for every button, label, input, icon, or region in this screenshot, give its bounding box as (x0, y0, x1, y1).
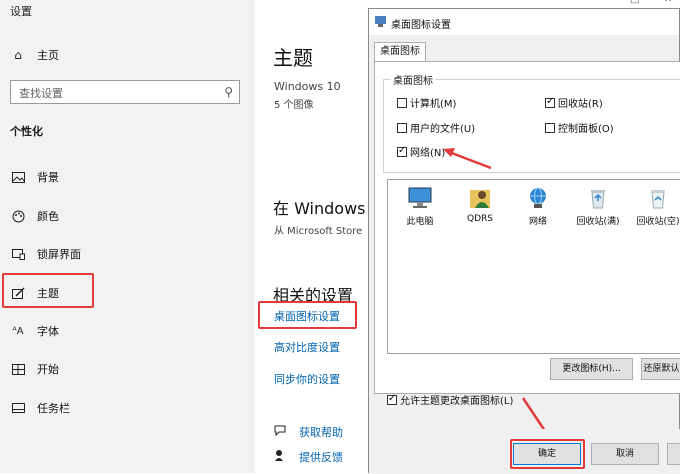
checkbox-recycle-label: 回收站(R) (558, 99, 603, 110)
get-help-link[interactable]: 获取帮助 (299, 424, 343, 440)
palette-icon (11, 209, 25, 223)
nav-background-label: 背景 (37, 171, 59, 184)
lockscreen-icon (11, 247, 25, 261)
icon-user-folder-label: QDRS (467, 214, 493, 224)
nav-home[interactable]: ⌂ 主页 (0, 44, 255, 66)
icon-recycle-full-label: 回收站(满) (576, 217, 620, 227)
checkbox-recycle-bin[interactable]: 回收站(R) (545, 95, 603, 110)
nav-start-label: 开始 (37, 363, 59, 376)
close-icon[interactable]: ✕ (664, 0, 672, 5)
group-label: 桌面图标 (391, 72, 435, 87)
theme-name: Windows 10 (274, 80, 341, 93)
dialog-titlebar[interactable]: 桌面图标设置 (369, 9, 679, 35)
restore-default-button[interactable]: 还原默认 (641, 358, 680, 380)
picture-icon (11, 170, 25, 184)
nav-themes-label: 主题 (37, 287, 59, 300)
tab-desktop-icons[interactable]: 桌面图标 (374, 42, 426, 62)
nav-taskbar[interactable]: 任务栏 (0, 397, 255, 419)
settings-sidebar: 设置 ⌂ 主页 查找设置 ⚲ 个性化 背景 颜色 锁屏界面 主题 ᴬA 字体 开… (0, 0, 255, 473)
checkbox-userfiles-box[interactable] (397, 122, 407, 133)
checkbox-control-panel[interactable]: 控制面板(O) (545, 120, 614, 135)
icon-network[interactable]: 网络 (508, 186, 568, 227)
apply-button-partial[interactable] (667, 443, 680, 465)
desktop-settings-app-icon (375, 16, 386, 30)
nav-start[interactable]: 开始 (0, 358, 255, 380)
arrow-to-network-annotation (443, 148, 492, 170)
search-icon[interactable]: ⚲ (224, 85, 233, 99)
checkbox-computer[interactable]: 计算机(M) (397, 95, 456, 110)
recycle-bin-empty-icon (651, 190, 665, 209)
high-contrast-link[interactable]: 高对比度设置 (274, 339, 340, 355)
nav-colors-label: 颜色 (37, 210, 59, 223)
nav-colors[interactable]: 颜色 (0, 205, 255, 227)
page-title: 主题 (273, 46, 313, 70)
theme-image-count: 5 个图像 (274, 100, 314, 111)
dialog-title: 桌面图标设置 (391, 20, 451, 31)
sync-settings-link[interactable]: 同步你的设置 (274, 371, 340, 387)
cancel-button[interactable]: 取消 (591, 443, 659, 465)
checkbox-control-label: 控制面板(O) (558, 124, 614, 135)
icon-recycle-empty[interactable]: 回收站(空) (628, 186, 680, 227)
computer-icon (408, 187, 432, 208)
icon-this-pc[interactable]: 此电脑 (390, 186, 450, 227)
desktop-icon-list[interactable]: 此电脑 QDRS 网络 回收站(满) 回收站(空) (387, 179, 680, 354)
recycle-bin-full-icon (591, 190, 605, 209)
checkbox-control-box[interactable] (545, 122, 555, 133)
home-icon: ⌂ (14, 48, 22, 62)
icon-this-pc-label: 此电脑 (406, 217, 434, 227)
user-folder-icon (470, 190, 490, 208)
store-subtext: 从 Microsoft Store (274, 226, 363, 237)
desktop-icon-settings-link[interactable]: 桌面图标设置 (274, 308, 340, 324)
icon-recycle-empty-label: 回收站(空) (636, 217, 680, 227)
nav-lockscreen-label: 锁屏界面 (37, 248, 81, 261)
checkbox-allow-theme[interactable]: 允许主题更改桌面图标(L) (387, 392, 513, 407)
nav-taskbar-label: 任务栏 (37, 402, 70, 415)
nav-background[interactable]: 背景 (0, 166, 255, 188)
nav-themes[interactable]: 主题 (0, 282, 255, 304)
checkbox-computer-box[interactable] (397, 97, 407, 108)
brush-icon (11, 286, 25, 300)
highlight-ok-button (510, 439, 585, 469)
taskbar-icon (11, 401, 25, 415)
start-menu-icon (11, 362, 25, 376)
nav-fonts-label: 字体 (37, 325, 59, 338)
checkbox-recycle-box[interactable] (545, 96, 555, 108)
font-icon: ᴬA (12, 325, 24, 337)
nav-home-label: 主页 (37, 49, 59, 62)
section-heading: 个性化 (10, 125, 43, 138)
nav-lockscreen[interactable]: 锁屏界面 (0, 243, 255, 265)
checkbox-allow-theme-label: 允许主题更改桌面图标(L) (400, 396, 514, 407)
checkbox-allow-theme-box[interactable] (387, 393, 397, 405)
icon-user-folder[interactable]: QDRS (450, 186, 510, 224)
checkbox-userfiles-label: 用户的文件(U) (410, 124, 476, 135)
change-icon-button[interactable]: 更改图标(H)... (550, 358, 633, 380)
nav-fonts[interactable]: ᴬA 字体 (0, 320, 255, 342)
help-icon (274, 425, 287, 440)
feedback-icon (274, 449, 287, 465)
icon-network-label: 网络 (528, 217, 547, 227)
settings-search-input[interactable]: 查找设置 ⚲ (10, 80, 240, 104)
checkbox-user-files[interactable]: 用户的文件(U) (397, 120, 475, 135)
settings-window-title: 设置 (10, 5, 32, 18)
search-placeholder: 查找设置 (19, 87, 63, 100)
checkbox-network-box[interactable] (397, 145, 407, 157)
feedback-link[interactable]: 提供反馈 (299, 449, 343, 465)
network-icon (530, 187, 546, 208)
desktop-icon-settings-dialog: 桌面图标设置 桌面图标 桌面图标 计算机(M) 回收站(R) 用户的文件(U) … (368, 8, 680, 474)
maximize-icon[interactable]: □ (630, 0, 639, 5)
checkbox-computer-label: 计算机(M) (410, 99, 457, 110)
icon-recycle-full[interactable]: 回收站(满) (568, 186, 628, 227)
